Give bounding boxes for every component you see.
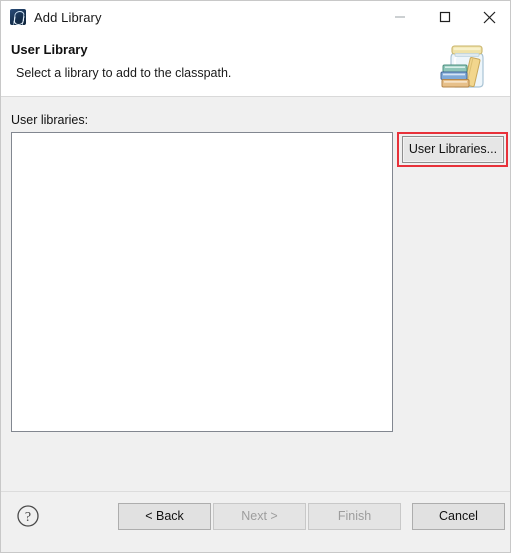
title-bar: Add Library xyxy=(1,1,510,33)
jar-with-books-icon xyxy=(430,35,502,95)
finish-button: Finish xyxy=(308,503,401,530)
window-controls xyxy=(377,1,510,33)
add-library-dialog: Add Library User Library Select a librar… xyxy=(0,0,511,553)
maximize-icon[interactable] xyxy=(422,1,467,33)
page-description: Select a library to add to the classpath… xyxy=(16,66,232,80)
cancel-button[interactable]: Cancel xyxy=(412,503,505,530)
back-button[interactable]: < Back xyxy=(118,503,211,530)
minimize-icon[interactable] xyxy=(377,1,422,33)
list-empty-text xyxy=(12,133,392,137)
close-icon[interactable] xyxy=(467,1,510,33)
user-libraries-label: User libraries: xyxy=(11,113,89,127)
footer-button-group: < Back Next > Finish Cancel xyxy=(118,503,505,530)
page-title: User Library xyxy=(11,42,88,57)
dialog-body: User libraries: User Libraries... xyxy=(1,97,510,491)
svg-text:?: ? xyxy=(25,510,31,525)
eclipse-java-icon xyxy=(10,9,26,25)
user-libraries-button[interactable]: User Libraries... xyxy=(402,136,504,163)
dialog-footer: ? < Back Next > Finish Cancel xyxy=(1,491,510,552)
window-title: Add Library xyxy=(34,9,102,25)
next-button: Next > xyxy=(213,503,306,530)
user-libraries-list[interactable] xyxy=(11,132,393,432)
help-question-icon[interactable]: ? xyxy=(16,504,40,528)
dialog-header: User Library Select a library to add to … xyxy=(1,33,510,97)
